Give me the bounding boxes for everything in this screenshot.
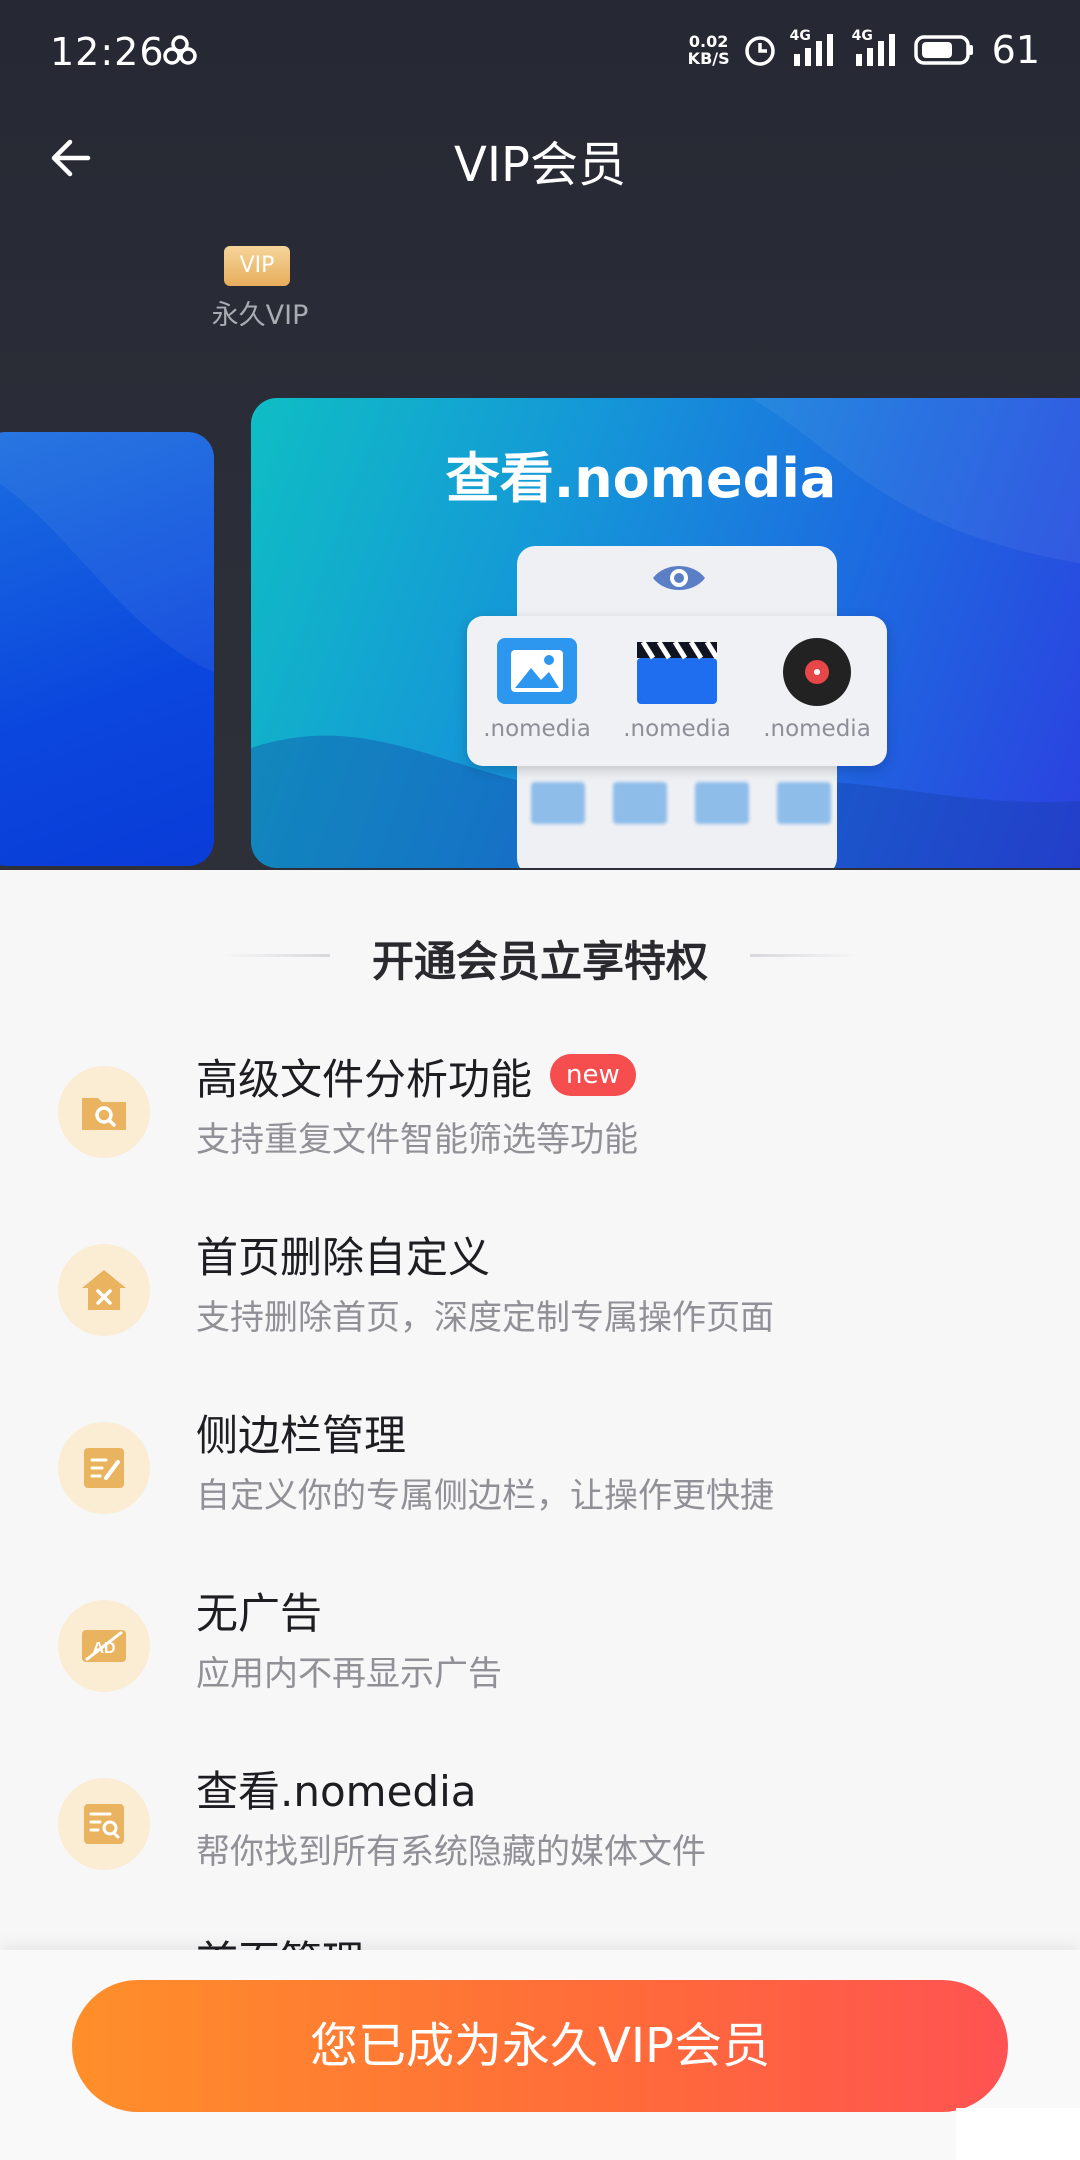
network-speed: 0.02 KB/S bbox=[688, 33, 730, 67]
section-title: 开通会员立享特权 bbox=[371, 937, 708, 986]
feature-item: AD 无广告 应用内不再显示广告 bbox=[0, 1580, 1080, 1740]
feature-icon-wrap bbox=[58, 1422, 150, 1514]
media-label: .nomedia bbox=[623, 716, 731, 742]
nav-bar: VIP会员 bbox=[0, 110, 1080, 200]
banner-title: 查看.nomedia bbox=[445, 447, 837, 510]
feature-title-partial: 首页管理 bbox=[196, 1928, 364, 1952]
net-speed-unit: KB/S bbox=[687, 49, 730, 68]
signal-icon-2: 4G bbox=[852, 28, 902, 70]
feature-description: 帮你找到所有系统隐藏的媒体文件 bbox=[196, 1832, 706, 1872]
feature-icon-wrap bbox=[58, 1244, 150, 1336]
battery-icon bbox=[913, 35, 973, 65]
alarm-icon bbox=[744, 36, 775, 66]
no-ad-icon: AD bbox=[82, 1630, 126, 1662]
media-item: .nomedia bbox=[757, 638, 877, 742]
feature-title: 查看.nomedia bbox=[196, 1767, 477, 1816]
vip-status-button[interactable]: 您已成为永久VIP会员 bbox=[72, 1980, 1008, 2112]
link-loop-icon bbox=[163, 35, 197, 65]
divider-line bbox=[750, 954, 860, 957]
feature-item: 查看.nomedia 帮你找到所有系统隐藏的媒体文件 bbox=[0, 1758, 1080, 1918]
feature-description: 支持重复文件智能筛选等功能 bbox=[196, 1120, 638, 1160]
folder-icon bbox=[613, 782, 667, 824]
feature-icon-wrap bbox=[58, 1066, 150, 1158]
banner-card-previous[interactable] bbox=[0, 432, 214, 866]
feature-description: 应用内不再显示广告 bbox=[196, 1654, 502, 1694]
eye-icon bbox=[653, 566, 705, 590]
banner-card-current[interactable]: 查看.nomedia .nomedia .nomedia .nomedia bbox=[251, 398, 1080, 868]
net-speed-value: 0.02 bbox=[688, 32, 729, 51]
page-title: VIP会员 bbox=[454, 137, 626, 193]
media-item: .nomedia bbox=[617, 638, 737, 742]
feature-description: 支持删除首页，深度定制专属操作页面 bbox=[196, 1298, 774, 1338]
folder-icon bbox=[531, 782, 585, 824]
feature-item: 高级文件分析功能 new 支持重复文件智能筛选等功能 bbox=[0, 1046, 1080, 1206]
feature-icon-wrap bbox=[58, 1778, 150, 1870]
feature-item: 侧边栏管理 自定义你的专属侧边栏，让操作更快捷 bbox=[0, 1402, 1080, 1562]
edit-note-icon bbox=[84, 1448, 124, 1488]
folder-row bbox=[531, 782, 831, 862]
feature-item: 首页删除自定义 支持删除首页，深度定制专属操作页面 bbox=[0, 1224, 1080, 1384]
section-header: 开通会员立享特权 bbox=[0, 920, 1080, 990]
feature-title: 侧边栏管理 bbox=[196, 1411, 407, 1460]
feature-icon-wrap: AD bbox=[58, 1600, 150, 1692]
signal-icon: 4G bbox=[790, 28, 840, 70]
corner-overlay bbox=[956, 2108, 1080, 2160]
video-clapper-icon bbox=[637, 640, 717, 704]
status-icons: 0.02 KB/S 4G 4G 61 bbox=[688, 28, 1040, 72]
new-badge: new bbox=[550, 1054, 636, 1096]
feature-title: 首页删除自定义 bbox=[196, 1233, 491, 1282]
status-time: 12:26 bbox=[50, 30, 165, 74]
media-item: .nomedia bbox=[477, 638, 597, 742]
battery-level: 61 bbox=[991, 28, 1040, 72]
bottom-bar: 您已成为永久VIP会员 bbox=[0, 1950, 1080, 2160]
wave-decoration bbox=[0, 432, 214, 672]
media-label: .nomedia bbox=[763, 716, 871, 742]
vip-badge[interactable]: VIP bbox=[224, 246, 290, 286]
feature-title: 高级文件分析功能 bbox=[196, 1055, 533, 1104]
status-bar: 12:26 0.02 KB/S 4G 4G 61 bbox=[0, 0, 1080, 110]
file-search-icon bbox=[84, 1804, 124, 1844]
svg-text:AD: AD bbox=[92, 1640, 115, 1657]
folder-icon bbox=[695, 782, 749, 824]
folder-icon bbox=[777, 782, 831, 824]
music-disc-icon bbox=[783, 638, 851, 706]
feature-title: 无广告 bbox=[196, 1589, 323, 1638]
vip-tab-label[interactable]: 永久VIP bbox=[195, 293, 325, 332]
media-label: .nomedia bbox=[483, 716, 591, 742]
feature-description: 自定义你的专属侧边栏，让操作更快捷 bbox=[196, 1476, 774, 1516]
image-icon bbox=[497, 638, 577, 704]
folder-search-icon bbox=[82, 1098, 126, 1130]
home-delete-icon bbox=[82, 1270, 126, 1310]
media-types-box: .nomedia .nomedia .nomedia bbox=[467, 616, 887, 766]
